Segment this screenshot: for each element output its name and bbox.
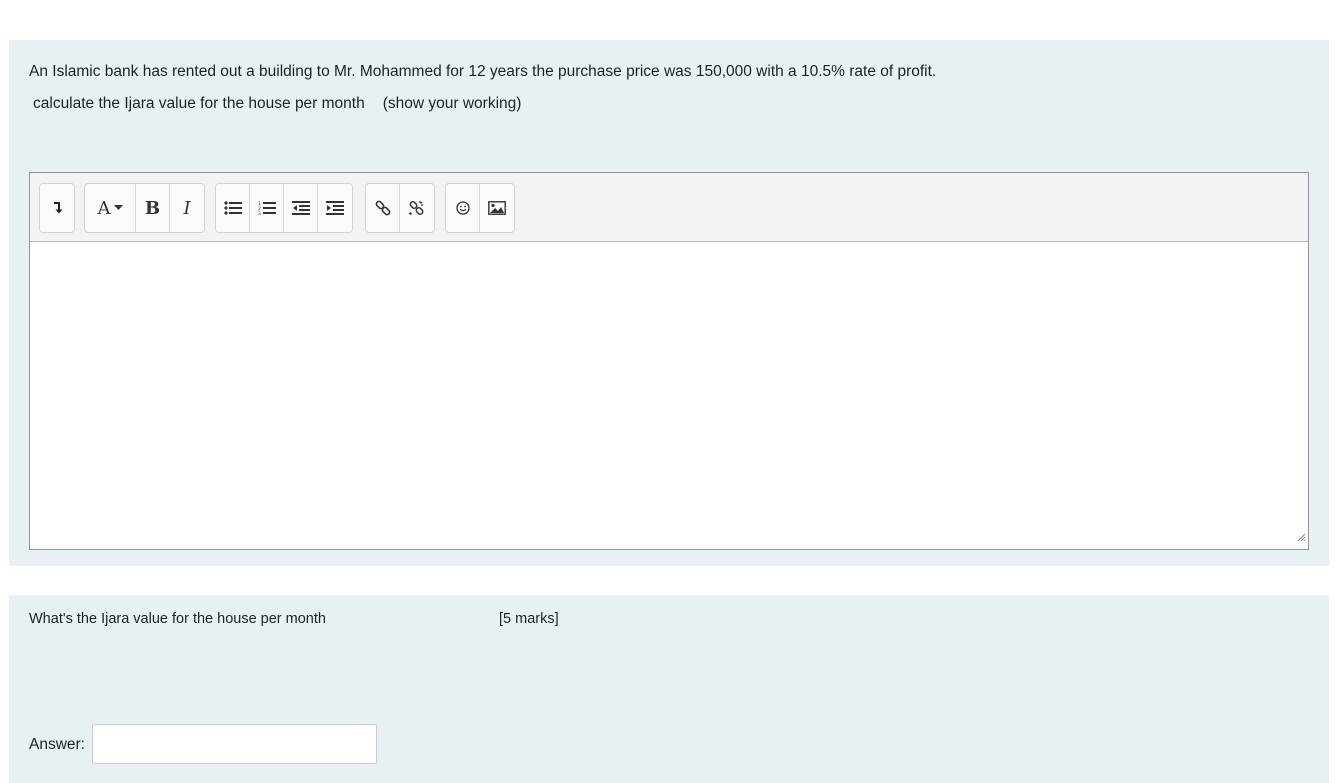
question-2-marks: [5 marks] — [499, 611, 559, 627]
image-icon — [488, 201, 506, 215]
answer-input[interactable] — [92, 724, 377, 764]
toolbar-group-lists: 123 — [215, 183, 353, 233]
question-1-instruction: calculate the Ijara value for the house … — [33, 95, 521, 113]
down-arrow-icon — [51, 201, 63, 215]
italic-button[interactable]: I — [170, 184, 204, 232]
unordered-list-button[interactable] — [216, 184, 250, 232]
unlink-icon — [408, 200, 426, 216]
paragraph-style-button[interactable]: A — [85, 184, 136, 232]
toolbar-group-links — [365, 183, 435, 233]
toolbar-group-insert — [445, 183, 515, 233]
image-button[interactable] — [480, 184, 514, 232]
question-1-instruction-main: calculate the Ijara value for the house … — [33, 95, 365, 112]
resize-grip-icon[interactable] — [1296, 529, 1306, 547]
editor-toolbar: A B I 123 — [30, 173, 1308, 242]
smiley-icon — [455, 201, 470, 215]
svg-text:3: 3 — [258, 211, 261, 216]
indent-icon — [326, 201, 344, 215]
paragraph-style-label: A — [97, 197, 111, 219]
link-button[interactable] — [366, 184, 400, 232]
toolbar-group-format: A B I — [84, 183, 205, 233]
question-1-text: An Islamic bank has rented out a buildin… — [29, 63, 937, 80]
bullet-list-icon — [223, 201, 242, 215]
question-1-instruction-note: (show your working) — [382, 95, 522, 112]
emoji-button[interactable] — [446, 184, 480, 232]
caret-down-icon — [113, 205, 123, 211]
question-1-panel: An Islamic bank has rented out a buildin… — [9, 40, 1329, 566]
question-2-panel: What's the Ijara value for the house per… — [9, 595, 1329, 783]
outdent-icon — [291, 201, 310, 215]
question-2-text: What's the Ijara value for the house per… — [29, 611, 326, 627]
ordered-list-button[interactable]: 123 — [250, 184, 284, 232]
bold-button[interactable]: B — [136, 184, 170, 232]
editor-content-area[interactable] — [30, 242, 1308, 549]
link-icon — [375, 200, 391, 216]
unlink-button[interactable] — [400, 184, 434, 232]
rich-text-editor: A B I 123 — [29, 172, 1309, 550]
outdent-button[interactable] — [284, 184, 318, 232]
show-more-button[interactable] — [40, 184, 74, 232]
answer-label: Answer: — [29, 736, 85, 753]
indent-button[interactable] — [318, 184, 352, 232]
numbered-list-icon: 123 — [258, 201, 276, 216]
toolbar-group-more — [39, 183, 75, 233]
